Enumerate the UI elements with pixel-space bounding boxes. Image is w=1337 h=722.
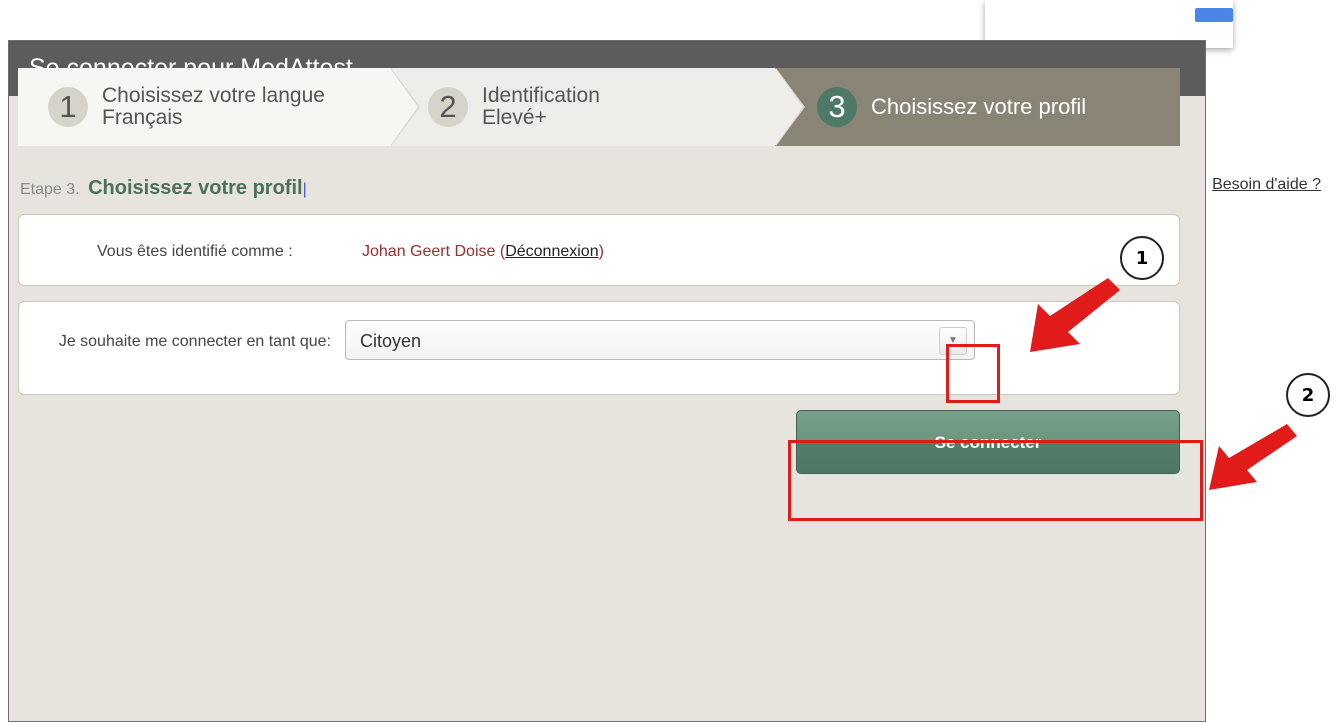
step-title: Choisissez votre profil [871, 94, 1087, 119]
profile-select[interactable]: Citoyen ▼ [345, 320, 975, 360]
step-number: 1 [48, 87, 88, 127]
identity-user: Johan Geert Doise (Déconnexion) [362, 243, 604, 260]
highlight-box-connect [788, 440, 1203, 521]
step-progress: 1 Choisissez votre langue Français 2 Ide… [18, 68, 1180, 146]
step-title: Identification [482, 84, 600, 107]
stage-prefix: Etape 3. [20, 181, 80, 198]
step-profile: 3 Choisissez votre profil [775, 68, 1180, 146]
step-language[interactable]: 1 Choisissez votre langue Français [18, 68, 420, 146]
popup-blue-button[interactable] [1195, 8, 1233, 22]
highlight-box-dropdown [946, 344, 1000, 403]
logout-link[interactable]: Déconnexion [505, 243, 598, 260]
profile-selected-value: Citoyen [360, 331, 422, 351]
red-arrow-icon [1209, 424, 1297, 490]
stage-heading: Etape 3. Choisissez votre profil| [20, 177, 307, 200]
step-number: 3 [817, 87, 857, 127]
step-value: Elevé+ [482, 106, 547, 129]
step-value: Français [102, 106, 183, 129]
profile-panel: Je souhaite me connecter en tant que: Ci… [18, 301, 1180, 395]
identity-panel: Vous êtes identifié comme : Johan Geert … [18, 214, 1180, 286]
help-link[interactable]: Besoin d'aide ? [1212, 176, 1321, 194]
stage-title: Choisissez votre profil [88, 177, 303, 199]
red-arrow-icon [1030, 278, 1120, 352]
annotation-badge-2: 2 [1286, 373, 1330, 417]
step-title: Choisissez votre langue [102, 84, 325, 107]
profile-label: Je souhaite me connecter en tant que: [58, 333, 331, 350]
user-name: Johan Geert Doise [362, 243, 496, 260]
step-number: 2 [428, 87, 468, 127]
text-caret: | [302, 181, 307, 198]
identity-label: Vous êtes identifié comme : [97, 243, 293, 260]
step-identification[interactable]: 2 Identification Elevé+ [390, 68, 805, 146]
